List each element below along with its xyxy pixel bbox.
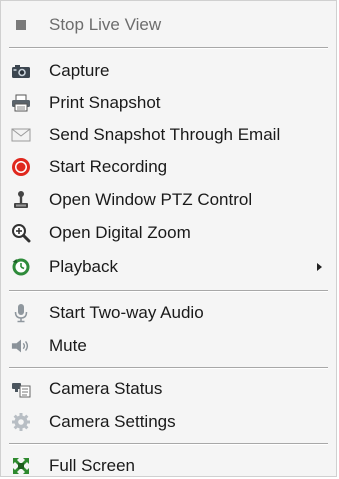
menu-item-open-ptz-control[interactable]: Open Window PTZ Control	[1, 187, 336, 213]
menu-item-label: Send Snapshot Through Email	[49, 125, 281, 144]
menu-item-label: Start Recording	[49, 157, 168, 176]
menu-item-start-two-way-audio[interactable]: Start Two-way Audio	[1, 300, 336, 326]
menu-item-playback[interactable]: Playback	[1, 254, 336, 280]
context-menu: Stop Live View Capture Print Snapshot Se…	[0, 0, 337, 477]
playback-icon	[11, 257, 31, 277]
ptz-joystick-icon	[11, 190, 31, 210]
menu-item-label: Mute	[49, 336, 87, 355]
menu-separator	[9, 47, 328, 49]
microphone-icon	[11, 303, 31, 323]
menu-item-label: Open Digital Zoom	[49, 223, 191, 242]
menu-item-stop-live-view[interactable]: Stop Live View	[1, 12, 336, 38]
menu-item-label: Start Two-way Audio	[49, 303, 204, 322]
menu-item-label: Capture	[49, 61, 110, 80]
menu-item-open-digital-zoom[interactable]: Open Digital Zoom	[1, 220, 336, 246]
gear-icon	[11, 412, 31, 432]
speaker-icon	[11, 336, 31, 356]
menu-item-label: Full Screen	[49, 456, 135, 475]
menu-item-start-recording[interactable]: Start Recording	[1, 154, 336, 180]
printer-icon	[11, 93, 31, 113]
camera-status-icon	[11, 379, 31, 399]
menu-separator	[9, 367, 328, 369]
menu-item-label: Camera Settings	[49, 412, 176, 431]
menu-item-label: Playback	[49, 257, 118, 276]
menu-item-mute[interactable]: Mute	[1, 333, 336, 359]
submenu-arrow-icon	[317, 263, 322, 271]
menu-item-camera-settings[interactable]: Camera Settings	[1, 409, 336, 435]
menu-item-label: Print Snapshot	[49, 93, 161, 112]
menu-item-label: Open Window PTZ Control	[49, 190, 253, 209]
envelope-icon	[11, 125, 31, 145]
menu-item-capture[interactable]: Capture	[1, 58, 336, 84]
menu-item-send-snapshot-email[interactable]: Send Snapshot Through Email	[1, 122, 336, 148]
menu-item-print-snapshot[interactable]: Print Snapshot	[1, 90, 336, 116]
menu-item-camera-status[interactable]: Camera Status	[1, 376, 336, 402]
fullscreen-icon	[11, 456, 31, 476]
zoom-magnifier-icon	[11, 223, 31, 243]
menu-item-full-screen[interactable]: Full Screen	[1, 453, 336, 479]
menu-item-label: Camera Status	[49, 379, 163, 398]
record-icon	[11, 157, 31, 177]
menu-separator	[9, 443, 328, 445]
stop-square-icon	[11, 15, 31, 35]
menu-item-label: Stop Live View	[49, 15, 162, 34]
menu-separator	[9, 290, 328, 292]
camera-icon	[11, 61, 31, 81]
